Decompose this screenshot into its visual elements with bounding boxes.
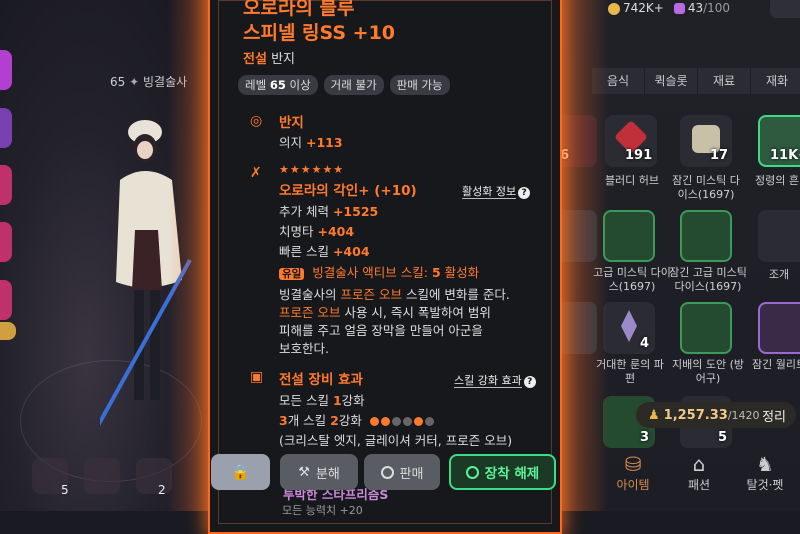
engrave-stat: 치명타 +404 [279, 224, 355, 239]
quick-slot-count: 5 [61, 483, 69, 497]
set-effect-title: 전설 장비 효과 [279, 372, 363, 388]
side-skill-slot[interactable] [0, 280, 12, 320]
inventory-nav: ⛁ 아이템 ⌂ 패션 ♞ 탈것·펫 [600, 452, 798, 493]
side-skill-slot[interactable] [0, 222, 12, 262]
sell-button[interactable]: 판매 [364, 454, 440, 490]
item-count: 11K+ [770, 148, 800, 163]
inventory-item[interactable] [758, 302, 800, 354]
set-progress-dots [369, 413, 436, 428]
hammer-icon: ⚒ [298, 464, 310, 480]
rune-shard-icon [621, 310, 637, 342]
decompose-button[interactable]: ⚒ 분해 [280, 454, 358, 490]
item-count: 191 [625, 148, 653, 163]
unique-badge: 유일 [279, 268, 305, 280]
side-skill-slot[interactable] [0, 165, 12, 205]
side-skill-slot[interactable] [0, 50, 12, 90]
armor-set-icon: ▣ [250, 369, 264, 385]
item-name: 잠긴 미스틱 다이스(1697) [672, 174, 740, 201]
mount-icon: ♞ [756, 452, 774, 476]
tab-material[interactable]: 재료 [698, 68, 751, 94]
item-name: 정령의 흔 [755, 174, 799, 187]
skill-description: 피해를 주고 얼음 장막을 만들어 아군을 [279, 323, 483, 338]
item-count: 17 [710, 148, 729, 163]
lock-icon: 🔒 [231, 463, 250, 481]
skill-description: 빙결술사의 프로즌 오브 스킬에 변화를 준다. [279, 287, 510, 302]
weight-icon: ♟ [648, 407, 660, 423]
gem-icon [673, 3, 685, 14]
item-name: 조개 [768, 268, 790, 281]
menu-button[interactable] [770, 0, 800, 18]
ring-icon: ◎ [250, 113, 263, 129]
gold-coin-icon [608, 2, 620, 15]
inventory-item[interactable] [680, 302, 732, 354]
engrave-stat: 추가 체력 +1525 [279, 204, 379, 219]
gold-display: 742K+ [608, 1, 664, 15]
next-item-stat: 모든 능력치 +20 [282, 504, 363, 517]
item-count: 3 [640, 430, 650, 445]
item-tags: 레벨 65 이상 거래 불가 판매 가능 [238, 75, 450, 95]
unequip-button[interactable]: 장착 해제 [449, 454, 556, 490]
base-stat: 의지 +113 [279, 135, 343, 150]
engrave-stars: ★★★★★★ [279, 163, 345, 176]
skill-enhance-link[interactable]: 스킬 강화 효과? [454, 369, 536, 388]
inventory-tabs: 음식 퀵슬롯 재료 재화 [592, 68, 800, 94]
gem-display: 43/100 [673, 1, 730, 15]
inventory-item[interactable] [758, 210, 800, 262]
nav-item-items[interactable]: ⛁ 아이템 [600, 452, 666, 493]
set-effect-line: 3개 스킬 2강화 [279, 410, 436, 429]
bag-icon: ⛁ [624, 452, 642, 476]
side-skill-slot[interactable] [0, 322, 16, 340]
sort-button[interactable]: 정리 [762, 406, 786, 425]
tab-currency[interactable]: 재화 [751, 68, 800, 94]
unique-effect: 유일 빙결술사 액티브 스킬: 5 활성화 [279, 262, 479, 281]
tab-quickslot[interactable]: 퀵슬롯 [645, 68, 698, 94]
item-count: 4 [640, 336, 650, 351]
inventory-item[interactable] [680, 210, 732, 262]
set-skill-list: (크리스탈 엣지, 글레이셔 커터, 프로즌 오브) [279, 433, 513, 448]
item-name: 잠긴 고급 미스틱 다이스(1697) [669, 266, 747, 293]
inventory-item[interactable] [603, 210, 655, 262]
item-name: 지배의 도안 (방어구) [672, 358, 745, 385]
minus-circle-icon [465, 465, 479, 479]
quick-slot[interactable] [136, 458, 172, 494]
trade-tag: 거래 불가 [323, 75, 384, 95]
engrave-stat: 빠른 스킬 +404 [279, 244, 370, 259]
item-title: 오로라의 블루 스피넬 링SS +10 [243, 0, 396, 44]
lock-button[interactable]: 🔒 [211, 454, 270, 490]
help-icon: ? [523, 376, 536, 388]
engrave-title: 오로라의 각인+ (+10) [279, 183, 417, 199]
skill-description: 프로즌 오브 사용 시, 즉시 폭발하여 범위 [279, 305, 491, 320]
activation-info-link[interactable]: 활성화 정보? [462, 180, 531, 199]
nav-item-mounts[interactable]: ♞ 탈것·펫 [732, 452, 798, 493]
inventory-weight: ♟ 1,257.33/1420 정리 [636, 402, 796, 428]
item-count: 5 [718, 430, 728, 445]
level-requirement-tag: 레벨 65 이상 [238, 75, 318, 95]
engrave-icon: ✗ [250, 165, 262, 181]
sellable-tag: 판매 가능 [389, 75, 450, 95]
quick-slot-count: 2 [158, 483, 166, 497]
currency-bar: 742K+ 43/100 [608, 0, 730, 16]
quick-slot[interactable] [84, 458, 120, 494]
nav-item-fashion[interactable]: ⌂ 패션 [666, 452, 732, 493]
coin-icon [380, 465, 394, 479]
help-icon: ? [518, 187, 531, 199]
hanger-icon: ⌂ [692, 452, 706, 476]
set-effect-line: 모든 스킬 1강화 [279, 393, 365, 408]
skill-description: 보호한다. [279, 341, 329, 356]
item-grade: 전설 반지 [243, 52, 295, 67]
side-skill-slot[interactable] [0, 108, 12, 148]
item-name: 잠긴 월리트 미 다이스(19 [752, 358, 800, 371]
base-section-title: 반지 [279, 115, 304, 131]
